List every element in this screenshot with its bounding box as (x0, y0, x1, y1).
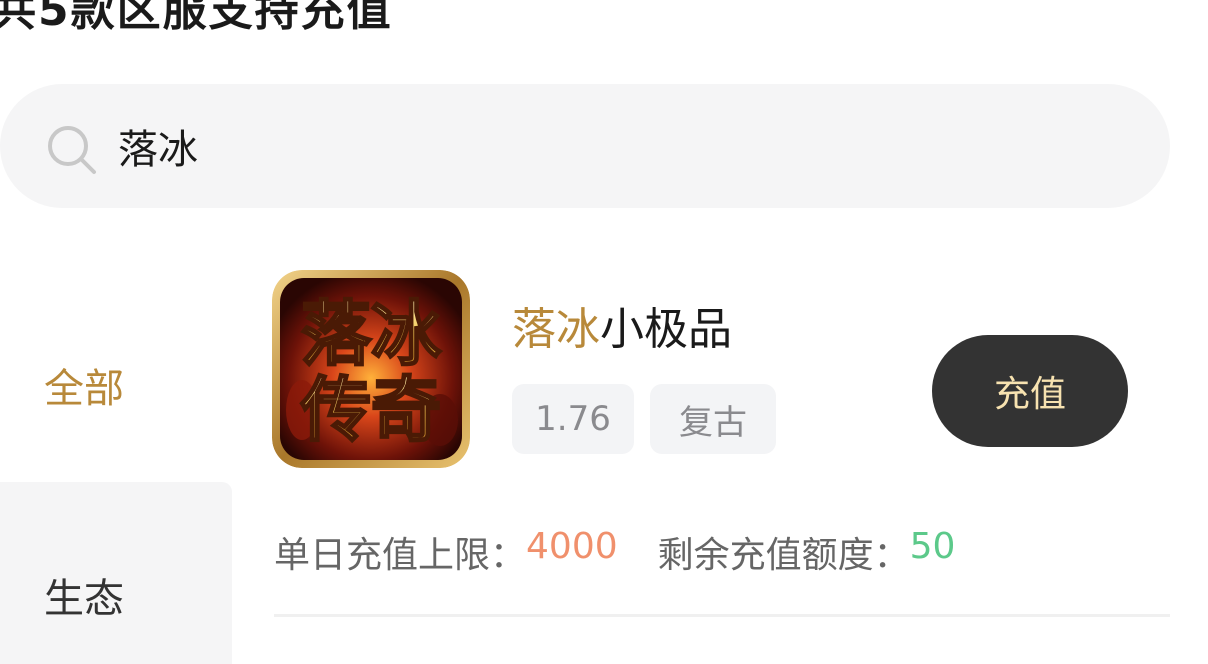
game-name-highlight: 落冰 (512, 304, 600, 355)
daily-limit-label: 单日充值上限： (274, 535, 527, 576)
sidebar-item-eco[interactable]: 生态 (0, 482, 232, 664)
tag-version: 1.76 (512, 384, 634, 454)
page: 共5款区服支持充值 全部 生态 (0, 0, 1208, 664)
tag-style: 复古 (650, 384, 776, 454)
recharge-button[interactable]: 充值 (932, 335, 1128, 447)
recharge-limit-row: 单日充值上限： 4000 剩余充值额度： 50 (274, 526, 955, 578)
game-logo-text-top: 落冰 (301, 293, 442, 375)
search-bar[interactable] (0, 84, 1170, 208)
search-input[interactable] (118, 112, 1018, 180)
divider (274, 614, 1170, 617)
sidebar-item-label: 生态 (44, 576, 124, 622)
daily-limit-value: 4000 (526, 526, 618, 567)
game-icon[interactable]: 落冰 传奇 (272, 270, 470, 468)
remaining-label: 剩余充值额度： (657, 535, 910, 576)
sidebar-item-label: 全部 (44, 366, 124, 412)
remaining-value: 50 (909, 526, 956, 567)
game-logo-image: 落冰 传奇 (272, 270, 470, 468)
game-name-rest: 小极品 (600, 304, 732, 355)
sidebar-item-all[interactable]: 全部 (0, 330, 232, 440)
page-title: 共5款区服支持充值 (0, 0, 393, 36)
game-name[interactable]: 落冰小极品 (512, 293, 732, 357)
game-logo-text-bottom: 传奇 (300, 369, 441, 451)
search-icon (48, 126, 96, 174)
